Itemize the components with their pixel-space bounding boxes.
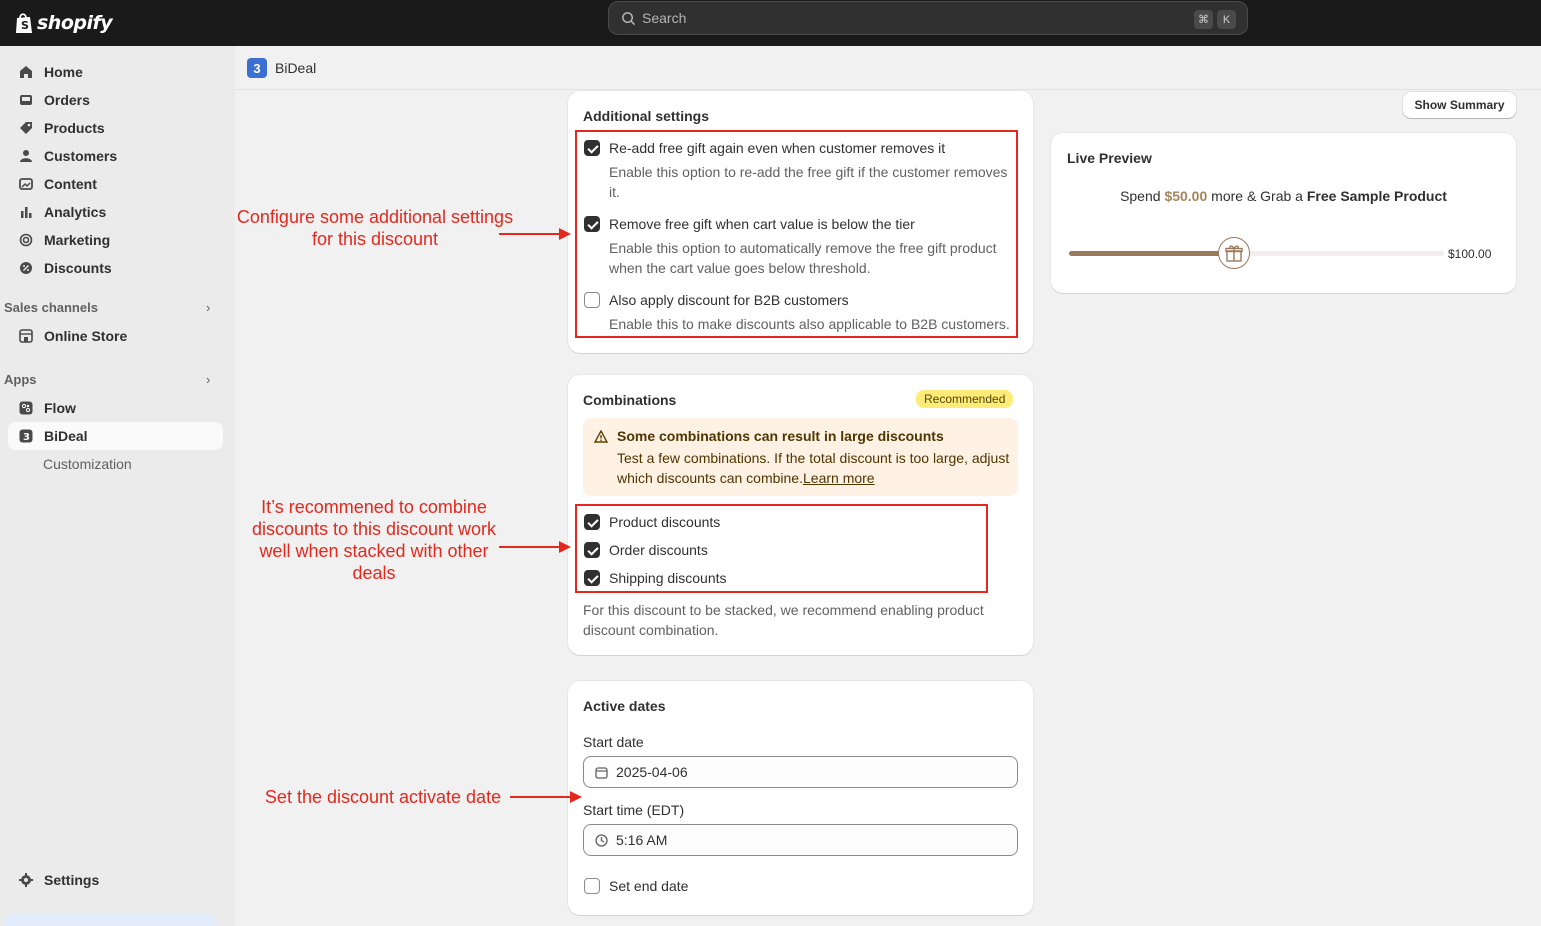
image-icon (17, 175, 35, 193)
recommended-badge: Recommended (916, 390, 1014, 408)
annotation-dates: Set the discount activate date (264, 787, 502, 807)
start-date-field[interactable]: 2025-04-06 (583, 756, 1018, 788)
card-title: Live Preview (1067, 150, 1152, 166)
sidebar-item-label: BiDeal (44, 428, 88, 444)
start-time-label: Start time (EDT) (583, 802, 685, 818)
discount-icon (17, 259, 35, 277)
sidebar-item-products[interactable]: Products (8, 114, 223, 142)
progress-track (1069, 251, 1444, 256)
gear-icon (17, 871, 35, 889)
person-icon (17, 147, 35, 165)
show-summary-button[interactable]: Show Summary (1403, 92, 1516, 118)
warning-banner: Some combinations can result in large di… (583, 418, 1018, 496)
bideal-app-icon: 3 (17, 427, 35, 445)
progress-fill (1069, 251, 1234, 256)
app-header (235, 46, 1541, 90)
svg-text:3: 3 (23, 432, 30, 443)
shopify-logo[interactable]: S shopify (14, 7, 113, 39)
tag-icon (17, 119, 35, 137)
annotation-arrow (499, 228, 571, 240)
sidebar-item-online-store[interactable]: Online Store (8, 322, 223, 350)
clock-icon (594, 833, 608, 847)
chevron-right-icon[interactable]: › (206, 372, 210, 387)
sidebar-item-label: Home (44, 64, 83, 80)
sidebar-subitem-customization[interactable]: Customization (43, 456, 132, 472)
set-end-date-label: Set end date (609, 878, 689, 894)
search-icon (622, 11, 636, 25)
sidebar-item-discounts[interactable]: Discounts (8, 254, 223, 282)
warning-title: Some combinations can result in large di… (617, 428, 944, 444)
annotation-box-combinations (575, 504, 988, 593)
annotation-settings: Configure some additional settings for t… (236, 207, 514, 249)
sidebar-item-flow[interactable]: Flow (8, 394, 223, 422)
sidebar-item-label: Online Store (44, 328, 128, 344)
preview-message: Spend $50.00 more & Grab a Free Sample P… (1051, 188, 1516, 204)
warning-icon (594, 430, 608, 443)
start-time-field[interactable]: 5:16 AM (583, 824, 1018, 856)
sidebar-item-label: Customers (44, 148, 118, 164)
calendar-icon (594, 765, 608, 779)
sidebar-item-label: Products (44, 120, 105, 136)
start-date-value: 2025-04-06 (616, 764, 688, 780)
sidebar-item-label: Settings (44, 872, 100, 888)
sidebar-item-customers[interactable]: Customers (8, 142, 223, 170)
sidebar-item-settings[interactable]: Settings (8, 866, 223, 894)
annotation-combinations: It’s recommened to combine discounts to … (251, 497, 497, 583)
store-icon (17, 327, 35, 345)
sales-channels-heading: Sales channels (4, 300, 98, 315)
sidebar-item-marketing[interactable]: Marketing (8, 226, 223, 254)
spend-prefix: Spend (1120, 188, 1161, 204)
command-key: ⌘ (1194, 10, 1213, 29)
sidebar-item-label: Discounts (44, 260, 112, 276)
gift-icon (1218, 237, 1250, 269)
annotation-box-settings (575, 130, 1018, 338)
brand-name: shopify (37, 12, 113, 34)
inbox-icon (17, 91, 35, 109)
chevron-right-icon[interactable]: › (206, 300, 210, 315)
learn-more-link[interactable]: Learn more (803, 470, 875, 486)
flow-icon (17, 399, 35, 417)
sidebar-bottom-card (4, 914, 216, 926)
start-time-value: 5:16 AM (616, 832, 668, 848)
target-amount: $100.00 (1448, 247, 1492, 261)
warning-text: Test a few combinations. If the total di… (617, 448, 1013, 488)
live-preview-card: Live Preview Spend $50.00 more & Grab a … (1051, 133, 1516, 293)
annotation-arrow (510, 791, 582, 803)
sidebar-item-content[interactable]: Content (8, 170, 223, 198)
sidebar-item-label: Marketing (44, 232, 111, 248)
spend-amount: $50.00 (1164, 188, 1208, 204)
sidebar-item-label: Flow (44, 400, 76, 416)
search-bar[interactable]: Search ⌘ K (608, 1, 1248, 35)
card-title: Active dates (583, 698, 666, 714)
shopify-bag-icon: S (16, 13, 32, 33)
set-end-date-checkbox[interactable] (584, 878, 600, 894)
card-title: Combinations (583, 392, 677, 408)
k-key: K (1217, 10, 1236, 29)
search-placeholder: Search (642, 10, 687, 26)
app-title: BiDeal (275, 60, 317, 76)
combination-note: For this discount to be stacked, we reco… (583, 602, 984, 638)
sidebar-item-label: Analytics (44, 204, 107, 220)
sidebar-item-bideal[interactable]: 3 BiDeal (8, 422, 223, 450)
product-name: Free Sample Product (1306, 188, 1447, 204)
sidebar-item-label: Content (44, 176, 97, 192)
bideal-logo: 3 (247, 58, 267, 78)
annotation-arrow (499, 541, 571, 553)
card-title: Additional settings (583, 108, 709, 124)
apps-heading: Apps (4, 372, 37, 387)
sidebar-item-analytics[interactable]: Analytics (8, 198, 223, 226)
sidebar-item-home[interactable]: Home (8, 58, 223, 86)
sidebar-item-orders[interactable]: Orders (8, 86, 223, 114)
spend-middle: more & Grab a (1211, 188, 1303, 204)
start-date-label: Start date (583, 734, 644, 750)
svg-text:S: S (21, 19, 29, 32)
active-dates-card: Active dates Start date 2025-04-06 Start… (568, 681, 1033, 915)
bar-chart-icon (17, 203, 35, 221)
home-icon (17, 63, 35, 81)
target-icon (17, 231, 35, 249)
sidebar-item-label: Orders (44, 92, 90, 108)
